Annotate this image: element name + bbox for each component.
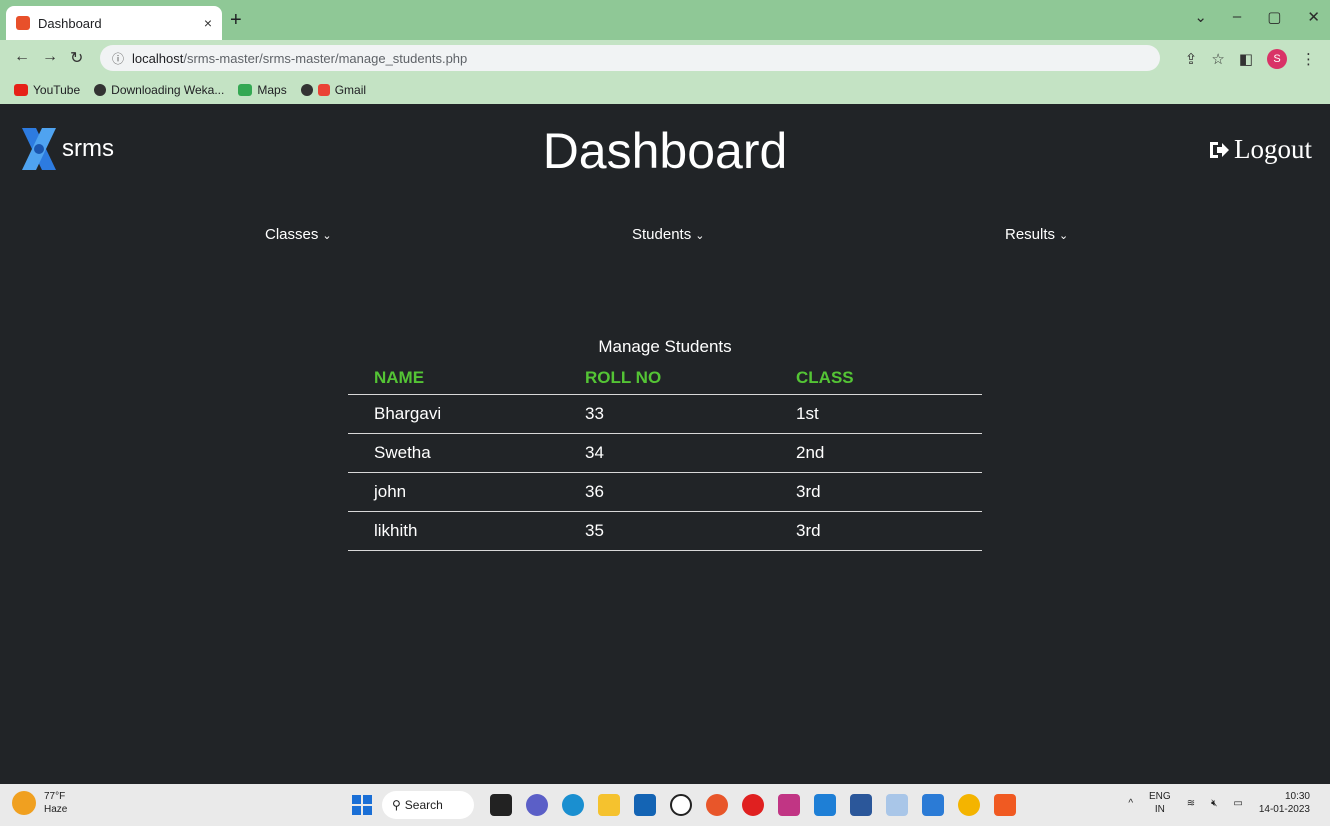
bookmark-star-icon[interactable]: ☆: [1211, 50, 1224, 68]
tab-search-chevron-icon[interactable]: ⌄: [1194, 8, 1207, 26]
table-row: likhith 35 3rd: [348, 512, 982, 551]
bookmark-weka[interactable]: Downloading Weka...: [94, 83, 224, 97]
page-title: Dashboard: [542, 123, 788, 179]
restore-icon[interactable]: ▢: [1267, 8, 1281, 26]
column-header-name: NAME: [374, 368, 425, 387]
globe-icon: [300, 84, 313, 96]
teams-chat-icon[interactable]: [526, 794, 548, 816]
browser-tab[interactable]: Dashboard ×: [6, 6, 222, 40]
table-row: Swetha 34 2nd: [348, 434, 982, 473]
forward-arrow-icon[interactable]: →: [42, 48, 58, 66]
cell-roll-no: 35: [585, 521, 604, 540]
taskbar-search[interactable]: ⚲ Search: [382, 791, 474, 819]
column-header-roll-no: ROLL NO: [585, 368, 662, 387]
cell-name: john: [374, 482, 407, 501]
menu-classes[interactable]: Classes ⌄: [265, 226, 332, 243]
cell-class: 3rd: [796, 482, 821, 501]
url-path: /srms-master/srms-master/manage_students…: [183, 50, 468, 66]
chevron-down-icon: ⌄: [322, 230, 332, 242]
table-header-row: NAME ROLL NO CLASS: [348, 362, 982, 395]
start-button[interactable]: [352, 795, 372, 815]
more-menu-icon[interactable]: ⋮: [1301, 50, 1316, 68]
students-table: NAME ROLL NO CLASS Bhargavi 33 1st Sweth…: [348, 362, 982, 551]
table-row: john 36 3rd: [348, 473, 982, 512]
chevron-down-icon: ⌄: [1059, 230, 1069, 242]
wifi-icon[interactable]: ≋: [1187, 798, 1195, 809]
os-taskbar: 77°F Haze ⚲ Search ^ ENG IN ≋ 🔇︎ ▭ 10:30…: [0, 784, 1330, 826]
close-window-icon[interactable]: ✕: [1307, 8, 1320, 26]
cell-class: 3rd: [796, 521, 821, 540]
page-content: srms Dashboard Logout Classes ⌄ Students ⌄…: [0, 104, 1330, 784]
cell-roll-no: 33: [585, 404, 604, 423]
bookmark-gmail[interactable]: Gmail: [300, 83, 366, 97]
file-explorer-icon[interactable]: [598, 794, 620, 816]
browser-tab-bar: Dashboard × + ⌄ – ▢ ✕: [0, 0, 1330, 40]
battery-icon[interactable]: ▭: [1233, 798, 1242, 809]
chrome-icon[interactable]: [958, 794, 980, 816]
gmail-icon: [317, 84, 330, 96]
xampp-favicon-icon: [16, 16, 30, 30]
chevron-down-icon: ⌄: [695, 230, 705, 242]
cell-name: Bhargavi: [374, 404, 442, 423]
bookmark-youtube[interactable]: YouTube: [14, 83, 80, 97]
maps-icon: [238, 84, 253, 96]
word-icon[interactable]: [850, 794, 872, 816]
weather-condition: Haze: [44, 804, 68, 815]
bookmark-maps[interactable]: Maps: [238, 83, 287, 97]
mail-icon[interactable]: [634, 794, 656, 816]
system-tray: ^ ENG IN ≋ 🔇︎ ▭ 10:30 14-01-2023: [1128, 790, 1310, 816]
profile-avatar[interactable]: S: [1267, 49, 1287, 69]
cell-name: likhith: [374, 521, 418, 540]
task-view-icon[interactable]: [490, 794, 512, 816]
tab-title: Dashboard: [38, 15, 102, 31]
cell-roll-no: 34: [585, 443, 604, 462]
dell-icon[interactable]: [670, 794, 692, 816]
minimize-icon[interactable]: –: [1233, 8, 1241, 26]
globe-icon: [94, 84, 107, 96]
address-bar[interactable]: ⓘ localhost/srms-master/srms-master/mana…: [100, 45, 1160, 71]
instagram-icon[interactable]: [778, 794, 800, 816]
image-viewer-icon[interactable]: [886, 794, 908, 816]
logout-label: Logout: [1234, 134, 1312, 164]
bookmarks-bar: YouTube Downloading Weka... Maps Gmail: [0, 76, 1330, 104]
tray-overflow-chevron-icon[interactable]: ^: [1128, 798, 1133, 809]
vscode-icon[interactable]: [814, 794, 836, 816]
clock[interactable]: 10:30 14-01-2023: [1259, 790, 1310, 816]
youtube-icon: [14, 84, 28, 96]
weather-widget[interactable]: 77°F Haze: [12, 790, 67, 816]
cell-name: Swetha: [374, 443, 431, 462]
back-arrow-icon[interactable]: ←: [14, 48, 30, 66]
side-panel-icon[interactable]: ◧: [1239, 50, 1253, 68]
search-icon: ⚲: [392, 798, 401, 812]
menu-results[interactable]: Results ⌄: [1005, 226, 1068, 243]
logout-link[interactable]: Logout: [1208, 134, 1312, 165]
xampp-icon[interactable]: [994, 794, 1016, 816]
url-host: localhost: [132, 50, 184, 66]
windows-logo-icon: [352, 795, 361, 804]
weather-haze-icon: [12, 791, 36, 815]
new-tab-button[interactable]: +: [230, 10, 242, 30]
notepad-icon[interactable]: [922, 794, 944, 816]
language-indicator[interactable]: ENG IN: [1149, 790, 1171, 816]
window-controls: ⌄ – ▢ ✕: [1194, 8, 1320, 26]
sign-out-icon: [1210, 141, 1229, 158]
table-row: Bhargavi 33 1st: [348, 395, 982, 434]
opera-icon[interactable]: [742, 794, 764, 816]
column-header-class: CLASS: [796, 368, 854, 387]
weather-temp: 77°F: [44, 791, 66, 802]
browser-toolbar: ← → ↻ ⓘ localhost/srms-master/srms-maste…: [0, 40, 1330, 76]
cell-class: 1st: [796, 404, 819, 423]
table-title: Manage Students: [598, 337, 732, 356]
volume-muted-icon[interactable]: 🔇︎: [1211, 798, 1217, 809]
site-info-icon[interactable]: ⓘ: [112, 50, 124, 67]
firefox-icon[interactable]: [706, 794, 728, 816]
edge-icon[interactable]: [562, 794, 584, 816]
reload-icon[interactable]: ↻: [70, 48, 83, 68]
browser-actions: ⇪ ☆ ◧ S ⋮: [1185, 49, 1316, 69]
close-tab-icon[interactable]: ×: [204, 15, 212, 31]
menu-students[interactable]: Students ⌄: [632, 226, 704, 243]
cell-class: 2nd: [796, 443, 825, 462]
share-icon[interactable]: ⇪: [1185, 50, 1198, 68]
cell-roll-no: 36: [585, 482, 604, 501]
